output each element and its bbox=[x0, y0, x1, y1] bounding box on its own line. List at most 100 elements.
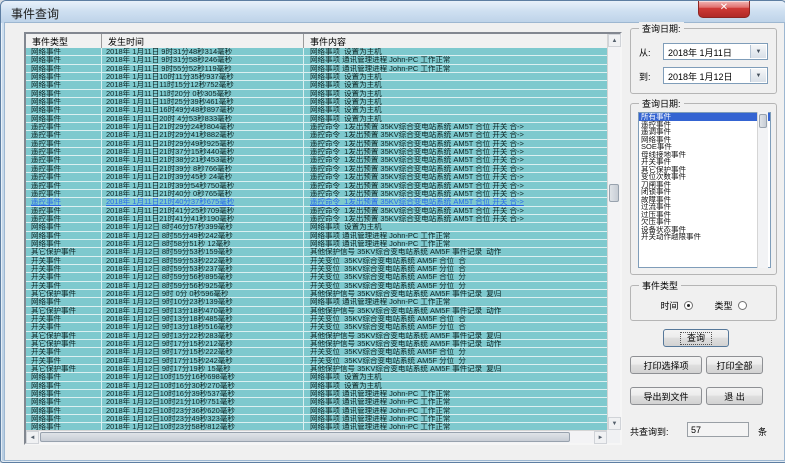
table-row[interactable]: 遥控事件2018年 1月11日21时40分 0秒765毫秒遥控命令 1发出预置 … bbox=[26, 190, 607, 198]
table-row[interactable]: 网络事件2018年 1月11日 9时55分52秒119毫秒网络事项 通讯管理进程… bbox=[26, 65, 607, 73]
table-row[interactable]: 开关事件2018年 1月12日 8时59分56秒895毫秒开关变位 35KV综合… bbox=[26, 273, 607, 281]
table-vertical-scrollbar[interactable]: ▲ ▼ bbox=[607, 34, 620, 430]
event-type-option[interactable]: 遥控事件 bbox=[639, 121, 770, 129]
table-cell-time: 2018年 1月11日21时29分41秒882毫秒 bbox=[102, 131, 304, 138]
table-row[interactable]: 网络事件2018年 1月12日10时15分16秒698毫秒网络事项 设置为主机 bbox=[26, 373, 607, 381]
radio-option[interactable]: 时间 bbox=[660, 299, 692, 312]
table-row[interactable]: 网络事件2018年 1月11日 9时31分48秒314毫秒网络事项 设置为主机 bbox=[26, 48, 607, 56]
table-row[interactable]: 遥控事件2018年 1月11日21时39分54秒750毫秒遥控命令 1发出预置 … bbox=[26, 182, 607, 190]
event-type-option[interactable]: 过流事件 bbox=[639, 203, 770, 211]
table-row[interactable]: 开关事件2018年 1月12日 9时17分15秒242毫秒开关变位 35KV综合… bbox=[26, 357, 607, 365]
table-cell-type: 其它保护事件 bbox=[26, 307, 102, 314]
table-row[interactable]: 遥控事件2018年 1月11日21时41分25秒709毫秒遥控命令 1发出预置 … bbox=[26, 207, 607, 215]
listbox-scroll-thumb[interactable] bbox=[759, 114, 767, 128]
table-row[interactable]: 开关事件2018年 1月12日 9时13分18秒516毫秒开关变位 35KV综合… bbox=[26, 323, 607, 331]
result-count-unit: 条 bbox=[758, 425, 767, 438]
window-title: 事件查询 bbox=[11, 5, 59, 22]
table-row[interactable]: 网络事件2018年 1月12日10时23分36秒620毫秒网络事项 通讯管理进程… bbox=[26, 407, 607, 415]
export-to-file-button[interactable]: 导出到文件 bbox=[630, 387, 702, 405]
table-horizontal-scrollbar[interactable]: ◄ ► bbox=[26, 430, 607, 443]
table-row[interactable]: 遥控事件2018年 1月11日21时37分15秒440毫秒遥控命令 1发出预置 … bbox=[26, 148, 607, 156]
header-occur-time[interactable]: 发生时间 bbox=[102, 34, 304, 48]
to-label: 到: bbox=[639, 70, 651, 83]
radio-circle[interactable] bbox=[738, 301, 747, 310]
table-row[interactable]: 遥控事件2018年 1月11日21时29分24秒804毫秒遥控命令 1发出预置 … bbox=[26, 123, 607, 131]
table-row[interactable]: 网络事件2018年 1月12日 8时46分57秒399毫秒网络事项 设置为主机 bbox=[26, 223, 607, 231]
table-row[interactable]: 其它保护事件2018年 1月12日 9时13分22秒283毫秒其他保护信号 35… bbox=[26, 332, 607, 340]
header-event-content[interactable]: 事件内容 bbox=[304, 34, 607, 48]
listbox-scrollbar[interactable] bbox=[757, 112, 768, 268]
chevron-down-icon[interactable]: ▼ bbox=[750, 69, 766, 82]
table-cell-content: 其他保护信号 35KV综合变电站系统 AM5F 事件记录 复归 bbox=[304, 332, 607, 339]
horizontal-scroll-thumb[interactable] bbox=[40, 432, 570, 442]
to-date-combobox[interactable]: 2018年 1月12日 ▼ bbox=[663, 67, 768, 84]
event-type-option[interactable]: 故障事件 bbox=[639, 196, 770, 204]
chevron-down-icon[interactable]: ▼ bbox=[750, 45, 766, 58]
close-button[interactable]: ✕ bbox=[698, 1, 750, 18]
table-row[interactable]: 网络事件2018年 1月11日11时20分 0秒305毫秒网络事项 设置为主机 bbox=[26, 90, 607, 98]
radio-circle[interactable] bbox=[684, 301, 693, 310]
table-row[interactable]: 网络事件2018年 1月12日10时21分10秒751毫秒网络事项 通讯管理进程… bbox=[26, 398, 607, 406]
event-type-option[interactable]: 网络事件 bbox=[639, 136, 770, 144]
event-type-option[interactable]: 母线接地事件 bbox=[639, 151, 770, 159]
event-type-option[interactable]: 遥调事件 bbox=[639, 128, 770, 136]
table-row[interactable]: 其它保护事件2018年 1月12日 9时17分15秒212毫秒其他保护信号 35… bbox=[26, 340, 607, 348]
table-row[interactable]: 开关事件2018年 1月12日 8时59分53秒222毫秒开关变位 35KV综合… bbox=[26, 257, 607, 265]
table-row[interactable]: 开关事件2018年 1月12日 8时59分56秒925毫秒开关变位 35KV综合… bbox=[26, 282, 607, 290]
event-type-option[interactable]: 闭锁事件 bbox=[639, 188, 770, 196]
table-row[interactable]: 网络事件2018年 1月11日10时11分35秒937毫秒网络事项 设置为主机 bbox=[26, 73, 607, 81]
scroll-right-icon[interactable]: ► bbox=[594, 431, 607, 444]
event-type-option[interactable]: SOE事件 bbox=[639, 143, 770, 151]
from-date-combobox[interactable]: 2018年 1月11日 ▼ bbox=[663, 43, 768, 60]
table-row[interactable]: 开关事件2018年 1月12日 8时59分53秒237毫秒开关变位 35KV综合… bbox=[26, 265, 607, 273]
exit-button[interactable]: 退 出 bbox=[706, 387, 763, 405]
query-button[interactable]: 查询 bbox=[663, 329, 729, 347]
table-row[interactable]: 遥控事件2018年 1月11日21时41分41秒190毫秒遥控命令 1发出预置 … bbox=[26, 215, 607, 223]
table-row[interactable]: 遥控事件2018年 1月11日21时39分45秒 24毫秒遥控命令 1发出预置 … bbox=[26, 173, 607, 181]
event-type-option[interactable]: 开关动作越限事件 bbox=[639, 233, 770, 241]
scroll-down-icon[interactable]: ▼ bbox=[608, 417, 621, 430]
table-row[interactable]: 网络事件2018年 1月12日10时16分39秒537毫秒网络事项 通讯管理进程… bbox=[26, 390, 607, 398]
table-row[interactable]: 网络事件2018年 1月12日10时16分30秒270毫秒网络事项 设置为主机 bbox=[26, 382, 607, 390]
table-row[interactable]: 其它保护事件2018年 1月12日 9时17分19秒 15毫秒其他保护信号 35… bbox=[26, 365, 607, 373]
table-row[interactable]: 遥控事件2018年 1月11日21时38分21秒453毫秒遥控命令 1发出预置 … bbox=[26, 156, 607, 164]
event-type-option[interactable]: 欠压事件 bbox=[639, 218, 770, 226]
table-row[interactable]: 网络事件2018年 1月11日11时25分39秒461毫秒网络事项 设置为主机 bbox=[26, 98, 607, 106]
table-row[interactable]: 网络事件2018年 1月11日16时49分48秒897毫秒网络事项 设置为主机 bbox=[26, 106, 607, 114]
scroll-left-icon[interactable]: ◄ bbox=[26, 431, 39, 444]
radio-option[interactable]: 类型 bbox=[715, 299, 747, 312]
event-type-listbox[interactable]: 所有事件遥控事件遥调事件网络事件SOE事件母线接地事件开关事件其它保护事件变位次… bbox=[638, 112, 771, 268]
table-row[interactable]: 遥控事件2018年 1月11日21时39分 8秒766毫秒遥控命令 1发出预置 … bbox=[26, 165, 607, 173]
table-row[interactable]: 开关事件2018年 1月12日 9时13分18秒485毫秒开关变位 35KV综合… bbox=[26, 315, 607, 323]
table-row[interactable]: 遥控事件2018年 1月11日21时29分41秒882毫秒遥控命令 1发出预置 … bbox=[26, 131, 607, 139]
table-row[interactable]: 开关事件2018年 1月12日 9时17分15秒222毫秒开关变位 35KV综合… bbox=[26, 348, 607, 356]
table-row[interactable]: 其它保护事件2018年 1月12日 8时59分53秒159毫秒其他保护信号 35… bbox=[26, 248, 607, 256]
table-row[interactable]: 网络事件2018年 1月12日 8时58分51秒 12毫秒网络事项 通讯管理进程… bbox=[26, 240, 607, 248]
print-all-button[interactable]: 打印全部 bbox=[706, 356, 763, 374]
scroll-up-icon[interactable]: ▲ bbox=[608, 34, 621, 47]
event-type-option[interactable]: 所有事件 bbox=[639, 113, 770, 121]
event-type-option[interactable]: 变位次数事件 bbox=[639, 173, 770, 181]
event-type-option[interactable]: 其它保护事件 bbox=[639, 166, 770, 174]
table-row[interactable]: 网络事件2018年 1月11日 9时31分58秒246毫秒网络事项 通讯管理进程… bbox=[26, 56, 607, 64]
table-row[interactable]: 网络事件2018年 1月12日 8时55分49秒242毫秒网络事项 通讯管理进程… bbox=[26, 232, 607, 240]
table-cell-content: 开关变位 35KV综合变电站系统 AM5F 合位 合 bbox=[304, 315, 607, 322]
vertical-scroll-thumb[interactable] bbox=[609, 184, 619, 202]
table-row[interactable]: 遥控事件2018年 1月11日21时29分49秒925毫秒遥控命令 1发出预置 … bbox=[26, 140, 607, 148]
event-type-option[interactable]: 开关事件 bbox=[639, 158, 770, 166]
event-type-option[interactable]: 刀闸事件 bbox=[639, 181, 770, 189]
table-cell-content: 网络事项 通讯管理进程 John-PC 工作正常 bbox=[304, 415, 607, 422]
table-row[interactable]: 网络事件2018年 1月11日20时 4分53秒833毫秒网络事项 设置为主机 bbox=[26, 115, 607, 123]
table-row[interactable]: 网络事件2018年 1月12日10时23分49秒323毫秒网络事项 通讯管理进程… bbox=[26, 415, 607, 423]
event-type-option[interactable]: 过压事件 bbox=[639, 211, 770, 219]
table-row[interactable]: 其它保护事件2018年 1月12日 9时13分18秒470毫秒其他保护信号 35… bbox=[26, 307, 607, 315]
event-type-option[interactable]: 设备状态事件 bbox=[639, 226, 770, 234]
table-row[interactable]: 其它保护事件2018年 1月12日 9时 0分 0秒596毫秒其他保护信号 35… bbox=[26, 290, 607, 298]
titlebar[interactable]: 事件查询 ✕ bbox=[1, 1, 785, 23]
table-cell-time: 2018年 1月12日 8时59分53秒159毫秒 bbox=[102, 248, 304, 255]
header-event-type[interactable]: 事件类型 bbox=[26, 34, 102, 48]
table-row[interactable]: 网络事件2018年 1月12日 9时10分23秒139毫秒网络事项 通讯管理进程… bbox=[26, 298, 607, 306]
table-row[interactable]: 网络事件2018年 1月11日11时15分12秒752毫秒网络事项 设置为主机 bbox=[26, 81, 607, 89]
print-selected-button[interactable]: 打印选择项 bbox=[630, 356, 702, 374]
table-row[interactable]: 遥控事件2018年 1月11日21时40分37秒675毫秒遥控命令 1发出预置 … bbox=[26, 198, 607, 206]
